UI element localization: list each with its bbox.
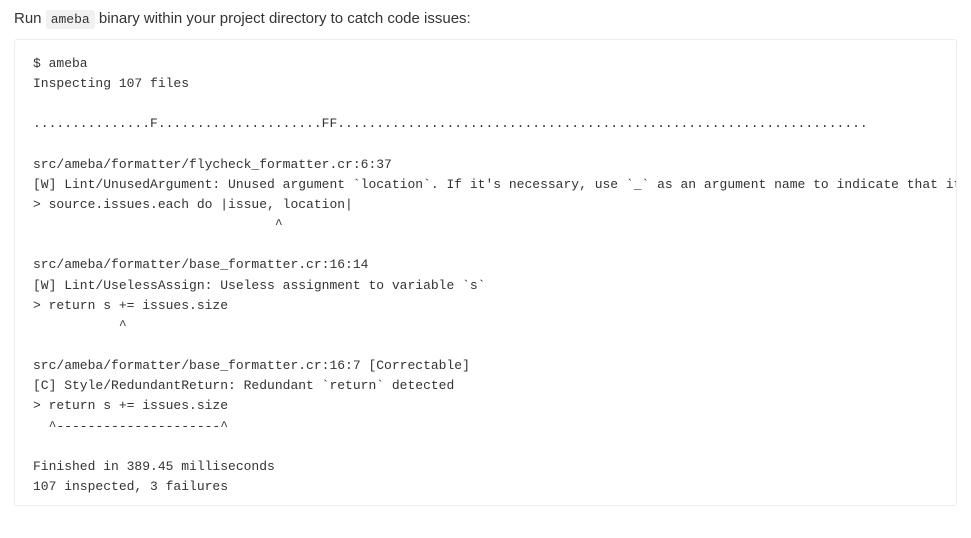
intro-suffix: binary within your project directory to … [95, 10, 471, 27]
intro-prefix: Run [14, 10, 46, 27]
inline-code-ameba: ameba [46, 10, 95, 29]
code-block-container[interactable]: $ ameba Inspecting 107 files ...........… [14, 39, 957, 506]
intro-text: Run ameba binary within your project dir… [14, 10, 957, 27]
terminal-output: $ ameba Inspecting 107 files ...........… [33, 54, 957, 497]
